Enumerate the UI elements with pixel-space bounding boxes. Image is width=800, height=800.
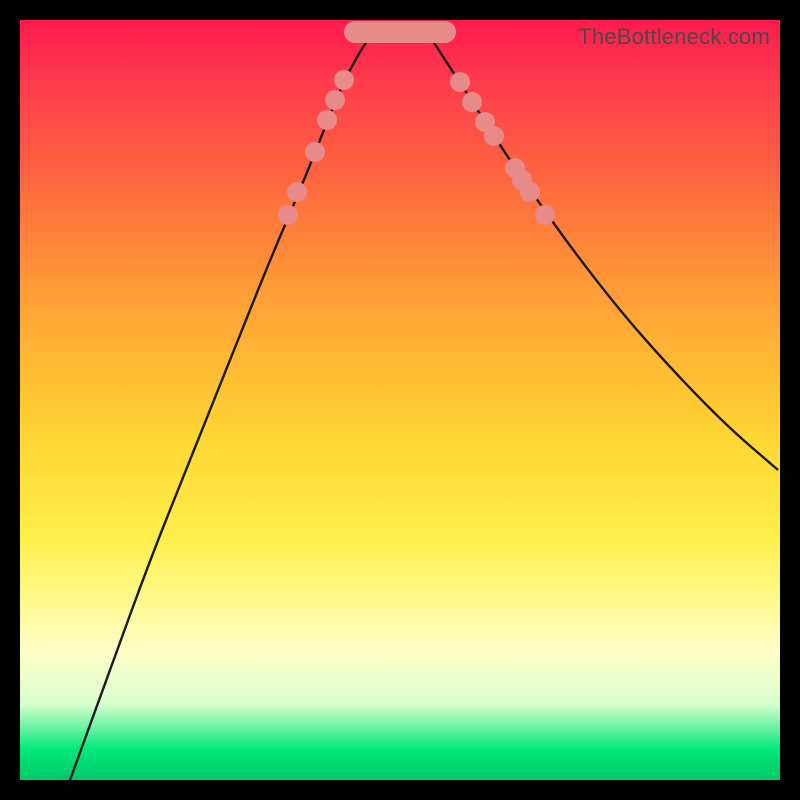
- marker-dot: [334, 70, 354, 90]
- bottom-marker-bar: [344, 21, 456, 43]
- marker-dot: [317, 110, 337, 130]
- chart-area: TheBottleneck.com: [20, 20, 780, 780]
- bottom-bar: [344, 21, 456, 43]
- marker-dot: [450, 72, 470, 92]
- marker-dot: [535, 205, 555, 225]
- marker-dot: [325, 90, 345, 110]
- marker-dot: [520, 182, 540, 202]
- main-curve: [70, 29, 778, 781]
- marker-dot: [462, 92, 482, 112]
- marker-dot: [278, 205, 298, 225]
- marker-dot: [287, 182, 307, 202]
- marker-dot: [305, 142, 325, 162]
- marker-dot: [484, 126, 504, 146]
- bottleneck-plot: [20, 20, 780, 780]
- markers-left: [278, 70, 354, 225]
